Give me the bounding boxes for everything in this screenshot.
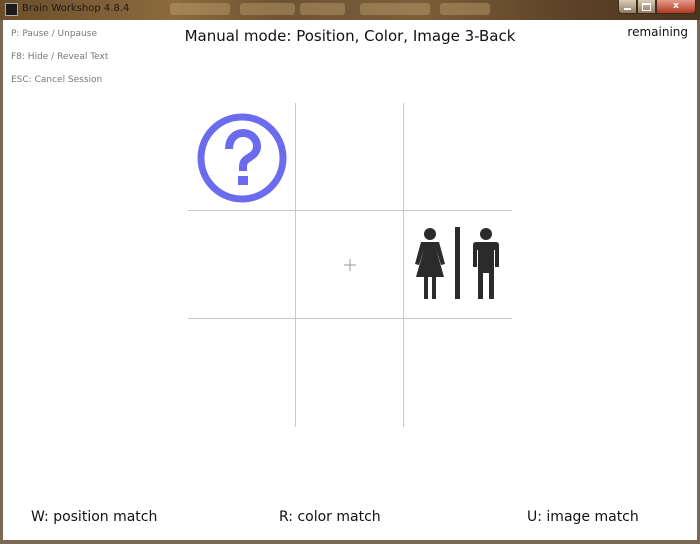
grid-line-h1 — [188, 210, 512, 211]
game-canvas: P: Pause / Unpause F8: Hide / Reveal Tex… — [3, 20, 697, 540]
maximize-button[interactable] — [637, 0, 656, 14]
hotkey-cancel: ESC: Cancel Session — [11, 75, 103, 85]
close-icon: x — [673, 1, 679, 11]
window-controls: x — [618, 0, 696, 14]
minimize-icon — [624, 8, 631, 10]
close-button[interactable]: x — [656, 0, 696, 14]
mode-title: Manual mode: Position, Color, Image 3-Ba… — [184, 27, 516, 45]
grid-line-h2 — [188, 318, 512, 319]
image-match-key[interactable]: U: image match — [527, 509, 639, 525]
grid-line-v1 — [295, 103, 296, 427]
color-match-key[interactable]: R: color match — [279, 509, 381, 525]
grid-line-v2 — [403, 103, 404, 427]
maximize-icon — [642, 2, 651, 11]
hotkey-hide-text: F8: Hide / Reveal Text — [11, 52, 109, 62]
position-match-key[interactable]: W: position match — [31, 509, 157, 525]
restroom-icon — [415, 227, 499, 299]
question-circle-icon — [197, 113, 287, 203]
stimulus-grid — [188, 103, 512, 427]
app-icon — [5, 3, 18, 16]
window-title: Brain Workshop 4.8.4 — [22, 3, 130, 14]
title-bar: Brain Workshop 4.8.4 x — [0, 0, 700, 20]
fixation-cross — [344, 259, 356, 271]
minimize-button[interactable] — [618, 0, 637, 14]
remaining-label: remaining — [627, 25, 688, 39]
